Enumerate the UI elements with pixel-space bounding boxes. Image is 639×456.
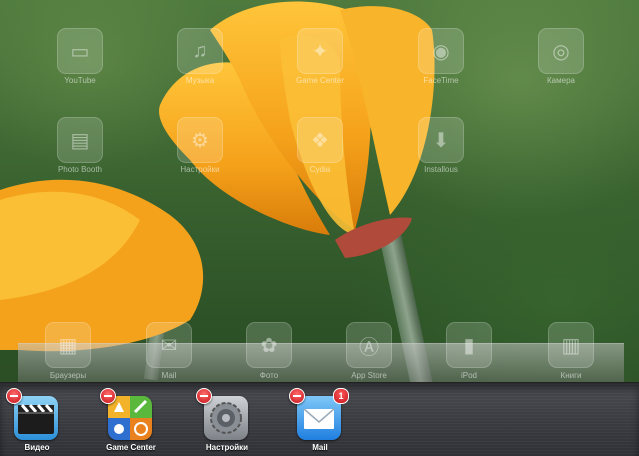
- books-folder-icon: ▥: [548, 322, 594, 368]
- facetime-icon: ◉: [418, 28, 464, 74]
- dock-label: Mail: [161, 371, 177, 380]
- mail-icon: [297, 396, 341, 440]
- dock-label: Браузеры: [49, 371, 87, 380]
- photo-booth-icon: ▤: [57, 117, 103, 163]
- settings-icon: ⚙: [177, 117, 223, 163]
- tray-app-label: Game Center: [106, 443, 156, 452]
- tray-app-label: Настройки: [205, 443, 249, 452]
- home-label: Cydia: [309, 165, 331, 174]
- close-app-button[interactable]: [6, 388, 22, 404]
- ipad-screen: ▭ YouTube ♫ Музыка ✦ Game Center ◉ FaceT…: [0, 0, 639, 456]
- home-label: Музыка: [185, 76, 215, 85]
- home-icon-game-center[interactable]: ✦ Game Center: [296, 28, 344, 85]
- home-label: Photo Booth: [57, 165, 103, 174]
- dock-item-ipod[interactable]: ▮ iPod: [446, 322, 492, 380]
- dock-item-photos[interactable]: ✿ Фото: [246, 322, 292, 380]
- tray-app-label: Mail: [312, 443, 328, 452]
- dock-label: Фото: [259, 371, 279, 380]
- home-icon-installous[interactable]: ⬇ Installous: [418, 117, 464, 174]
- tray-app-settings[interactable]: Настройки: [196, 388, 250, 452]
- youtube-icon: ▭: [57, 28, 103, 74]
- home-icon-camera[interactable]: ◎ Камера: [538, 28, 584, 85]
- close-app-button[interactable]: [100, 388, 116, 404]
- browsers-folder-icon: ▦: [45, 322, 91, 368]
- tray-app-videos[interactable]: Видео: [6, 388, 60, 452]
- game-center-icon: [108, 396, 152, 440]
- home-icon-settings[interactable]: ⚙ Настройки: [177, 117, 223, 174]
- home-label: Настройки: [180, 165, 220, 174]
- home-label: Камера: [547, 76, 575, 85]
- tray-app-game-center[interactable]: Game Center: [100, 388, 156, 452]
- dock-label: Книги: [560, 371, 582, 380]
- tray-app-label: Видео: [24, 443, 50, 452]
- dock: ▦ Браузеры ✉ Mail ✿ Фото Ⓐ App Store ▮ i…: [18, 322, 624, 382]
- installous-icon: ⬇: [418, 117, 464, 163]
- app-store-icon: Ⓐ: [346, 322, 392, 368]
- home-label: Installous: [424, 165, 458, 174]
- home-icon-youtube[interactable]: ▭ YouTube: [57, 28, 103, 85]
- dock-label: App Store: [351, 371, 387, 380]
- dock-item-books[interactable]: ▥ Книги: [548, 322, 594, 380]
- ipod-icon: ▮: [446, 322, 492, 368]
- dock-label: iPod: [460, 371, 477, 380]
- dock-item-app-store[interactable]: Ⓐ App Store: [346, 322, 392, 380]
- home-icon-music[interactable]: ♫ Музыка: [177, 28, 223, 85]
- close-app-button[interactable]: [196, 388, 212, 404]
- home-label: Game Center: [295, 76, 345, 85]
- close-app-button[interactable]: [289, 388, 305, 404]
- notification-badge: 1: [333, 388, 349, 404]
- dock-item-browsers[interactable]: ▦ Браузеры: [45, 322, 91, 380]
- multitasking-tray: Видео Game Center Настройки 1 Mail: [0, 382, 639, 456]
- settings-icon: [204, 396, 248, 440]
- home-icon-cydia[interactable]: ❖ Cydia: [297, 117, 343, 174]
- home-icon-facetime[interactable]: ◉ FaceTime: [418, 28, 464, 85]
- home-icon-photo-booth[interactable]: ▤ Photo Booth: [57, 117, 103, 174]
- dock-item-mail[interactable]: ✉ Mail: [146, 322, 192, 380]
- game-center-icon: ✦: [297, 28, 343, 74]
- mail-icon: ✉: [146, 322, 192, 368]
- camera-icon: ◎: [538, 28, 584, 74]
- home-label: FaceTime: [423, 76, 459, 85]
- photos-icon: ✿: [246, 322, 292, 368]
- tray-app-mail[interactable]: 1 Mail: [289, 388, 349, 452]
- home-label: YouTube: [64, 76, 96, 85]
- cydia-icon: ❖: [297, 117, 343, 163]
- videos-icon: [14, 396, 58, 440]
- music-icon: ♫: [177, 28, 223, 74]
